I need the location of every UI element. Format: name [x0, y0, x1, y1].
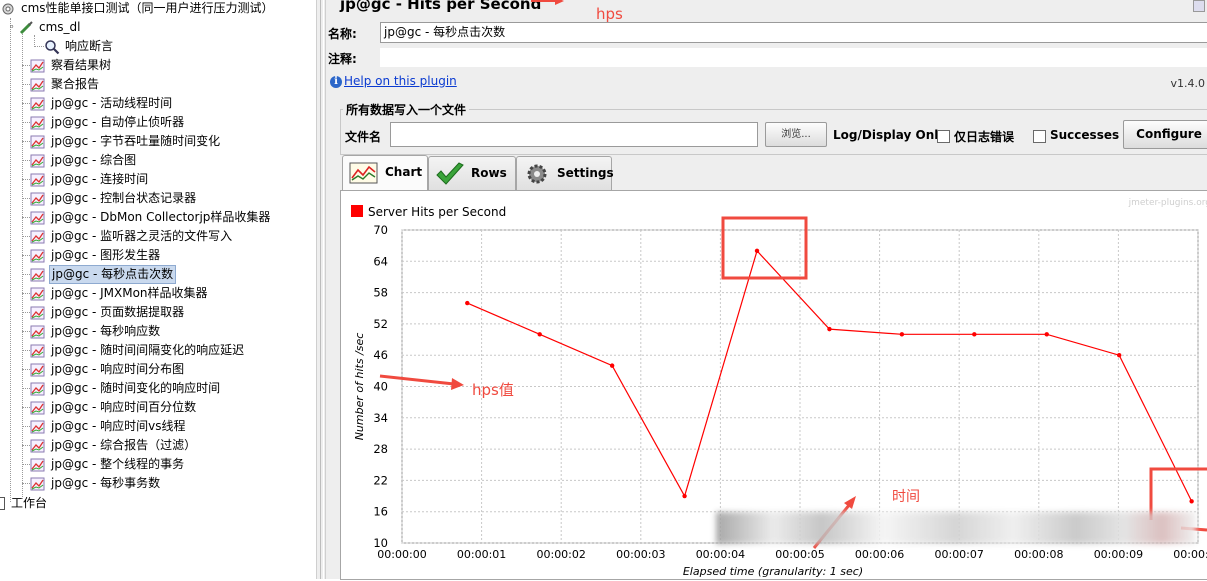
- workbench-icon: [0, 497, 5, 510]
- expand-toggle-icon[interactable]: ᵒ: [10, 20, 18, 39]
- graph-icon: [30, 192, 45, 205]
- graph-icon: [30, 135, 45, 148]
- tree-item-listener[interactable]: jp@gc - 图形发生器: [22, 246, 162, 265]
- graph-icon: [30, 287, 45, 300]
- pipette-icon: [19, 20, 33, 34]
- test-plan-tree[interactable]: cms性能单接口测试（同一用户进行压力测试） ᵒ cms_dl 响应断言 察看结果…: [0, 0, 316, 579]
- tree-item-listener[interactable]: jp@gc - 监听器之灵活的文件写入: [22, 227, 234, 246]
- tree-item-listener[interactable]: jp@gc - 每秒响应数: [22, 322, 162, 341]
- tree-item-testplan[interactable]: cms性能单接口测试（同一用户进行压力测试）: [0, 0, 276, 18]
- graph-icon: [30, 325, 45, 338]
- listener-panel: jp@gc - Hits per Second 名称: jp@gc - 每秒点击…: [326, 0, 1207, 580]
- graph-icon: [30, 97, 45, 110]
- graph-icon: [30, 59, 45, 72]
- tree-item-assertion[interactable]: 响应断言: [34, 37, 115, 56]
- graph-icon: [30, 401, 45, 414]
- tree-item-listener[interactable]: 聚合报告: [22, 75, 101, 94]
- graph-icon: [30, 116, 45, 129]
- graph-icon: [30, 268, 45, 281]
- tree-guide-line: [10, 18, 11, 502]
- tree-item-listener[interactable]: jp@gc - 每秒事务数: [22, 474, 162, 493]
- graph-icon: [30, 249, 45, 262]
- tree-item-workbench[interactable]: 工作台: [0, 494, 49, 513]
- graph-icon: [30, 78, 45, 91]
- tree-item-listener[interactable]: jp@gc - 活动线程时间: [22, 94, 174, 113]
- graph-icon: [30, 477, 45, 490]
- blurred-region: [716, 512, 1196, 544]
- graph-icon: [30, 382, 45, 395]
- graph-icon: [30, 306, 45, 319]
- tree-item-listener[interactable]: jp@gc - JMXMon样品收集器: [22, 284, 210, 303]
- tree-item-listener[interactable]: jp@gc - 整个线程的事务: [22, 455, 186, 474]
- tree-item-listener[interactable]: jp@gc - 页面数据提取器: [22, 303, 186, 322]
- graph-icon: [30, 230, 45, 243]
- graph-icon: [30, 439, 45, 452]
- tree-item-listener[interactable]: jp@gc - 响应时间百分位数: [22, 398, 198, 417]
- graph-icon: [30, 344, 45, 357]
- tree-item-listener[interactable]: jp@gc - 控制台状态记录器: [22, 189, 198, 208]
- tree-item-listener[interactable]: jp@gc - 字节吞吐量随时间变化: [22, 132, 222, 151]
- tree-item-sampler[interactable]: ᵒ cms_dl: [10, 18, 83, 37]
- tree-item-listener[interactable]: jp@gc - 随时间间隔变化的响应延迟: [22, 341, 246, 360]
- graph-icon: [30, 154, 45, 167]
- annotation-overlay: [379, 0, 1207, 549]
- tree-item-listener[interactable]: jp@gc - 响应时间vs线程: [22, 417, 187, 436]
- tree-item-listener[interactable]: jp@gc - 每秒点击次数: [22, 265, 177, 284]
- graph-icon: [30, 363, 45, 376]
- tree-item-listener[interactable]: 察看结果树: [22, 56, 113, 75]
- pane-splitter[interactable]: [316, 0, 326, 579]
- graph-icon: [30, 420, 45, 433]
- magnifier-icon: [45, 39, 60, 54]
- tree-item-listener[interactable]: jp@gc - 随时间变化的响应时间: [22, 379, 222, 398]
- annotation-arrow-y: [379, 374, 455, 386]
- annotation-arrowhead: [555, 0, 564, 5]
- annotation-peak-box: [721, 216, 808, 280]
- graph-icon: [30, 211, 45, 224]
- tree-item-listener[interactable]: jp@gc - 综合图: [22, 151, 138, 170]
- tree-item-listener[interactable]: jp@gc - 综合报告（过滤）: [22, 436, 198, 455]
- tree-item-listener[interactable]: jp@gc - DbMon Collectorjp样品收集器: [22, 208, 272, 227]
- tree-item-listener[interactable]: jp@gc - 响应时间分布图: [22, 360, 186, 379]
- graph-icon: [30, 173, 45, 186]
- annotation-arrowhead: [451, 378, 464, 390]
- tree-item-listener[interactable]: jp@gc - 自动停止侦听器: [22, 113, 186, 132]
- testplan-icon: [2, 3, 14, 14]
- tree-item-listener[interactable]: jp@gc - 连接时间: [22, 170, 150, 189]
- graph-icon: [30, 458, 45, 471]
